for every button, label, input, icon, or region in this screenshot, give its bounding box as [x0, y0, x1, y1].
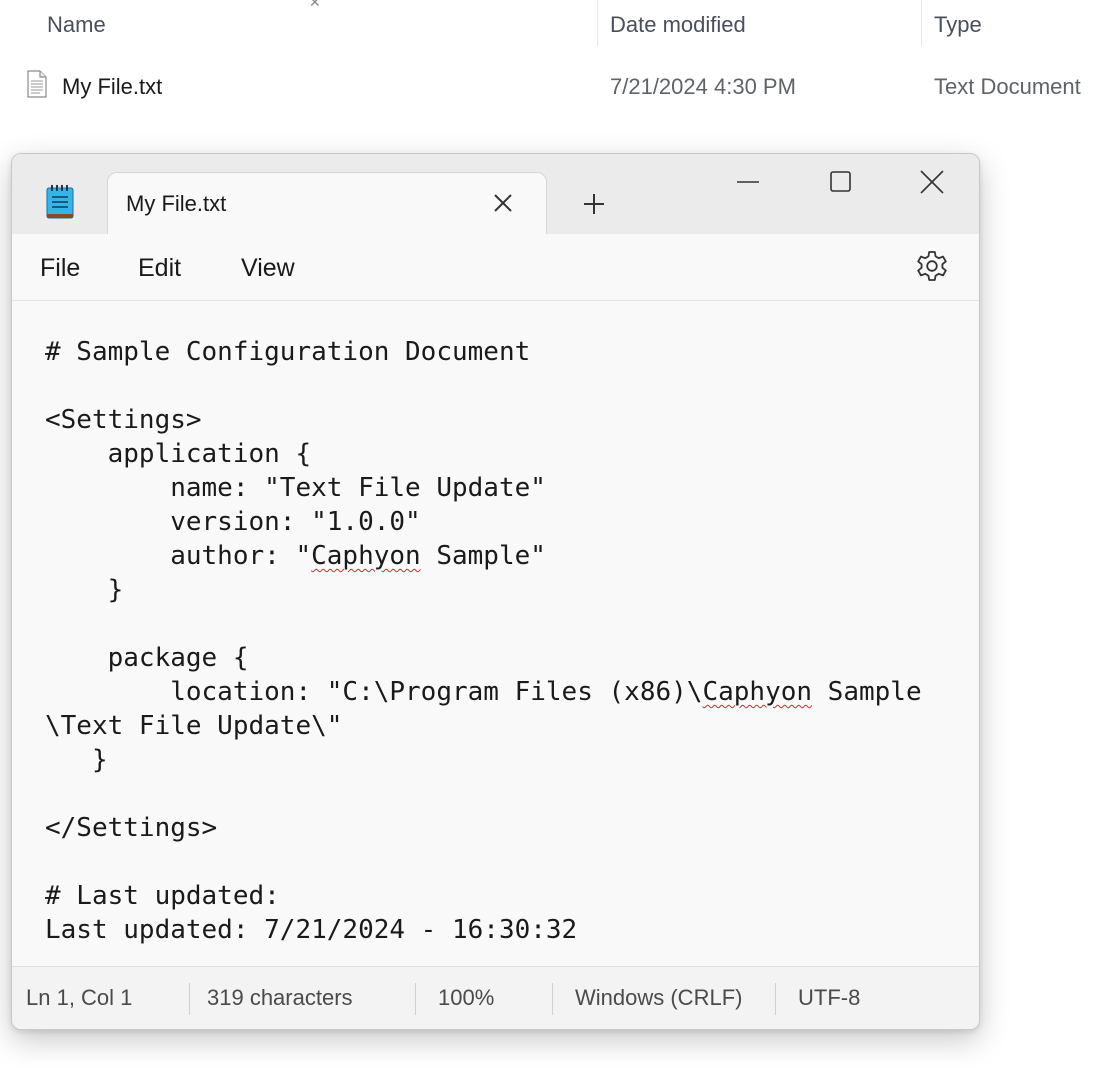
- column-header-type[interactable]: Type: [934, 10, 982, 40]
- status-divider: [189, 983, 190, 1015]
- editor-line: # Last updated:: [45, 881, 280, 911]
- column-header-date-modified[interactable]: Date modified: [610, 10, 746, 40]
- status-zoom[interactable]: 100%: [438, 983, 494, 1013]
- column-divider[interactable]: [921, 0, 922, 46]
- minimize-icon[interactable]: [726, 164, 770, 200]
- text-file-icon: [27, 70, 47, 98]
- sort-chevron-icon: ✕: [309, 0, 321, 10]
- status-character-count: 319 characters: [207, 985, 353, 1010]
- editor-text: location: "C:\Program Files (x86)\: [45, 677, 703, 707]
- file-date-modified: 7/21/2024 4:30 PM: [610, 74, 796, 99]
- editor-text: Sample": [420, 541, 546, 571]
- menu-bar: File Edit View: [12, 234, 979, 301]
- editor-line: Last updated: 7/21/2024 - 16:30:32: [45, 915, 578, 945]
- editor-line: application {: [45, 439, 312, 469]
- menu-view[interactable]: View: [241, 252, 295, 284]
- file-explorer-list: ✕ Name Date modified Type My File.txt 7/…: [0, 0, 1108, 140]
- title-bar[interactable]: My File.txt: [12, 154, 979, 236]
- editor-line: package {: [45, 643, 249, 673]
- misspelled-word: Caphyon: [311, 541, 421, 571]
- close-tab-icon[interactable]: [488, 188, 518, 218]
- menu-edit[interactable]: Edit: [138, 252, 181, 284]
- editor-text: Sample: [812, 677, 922, 707]
- menu-file[interactable]: File: [40, 252, 80, 284]
- column-divider[interactable]: [597, 0, 598, 46]
- maximize-icon[interactable]: [818, 164, 862, 200]
- tab-title: My File.txt: [126, 191, 227, 216]
- close-window-icon[interactable]: [910, 164, 954, 200]
- notepad-icon: [46, 185, 74, 219]
- status-divider: [775, 983, 776, 1015]
- editor-line: author: "Caphyon Sample": [45, 539, 546, 573]
- status-divider: [415, 983, 416, 1015]
- settings-gear-icon[interactable]: [914, 248, 950, 284]
- text-editor[interactable]: # Sample Configuration Document <Setting…: [12, 301, 979, 966]
- file-type: Text Document: [934, 74, 1081, 99]
- status-divider: [552, 983, 553, 1015]
- file-row[interactable]: My File.txt 7/21/2024 4:30 PM Text Docum…: [0, 68, 1108, 106]
- misspelled-word: Caphyon: [702, 677, 813, 707]
- editor-text: author: ": [45, 541, 312, 571]
- editor-line: # Sample Configuration Document: [45, 337, 531, 367]
- status-bar: Ln 1, Col 1 319 characters 100% Windows …: [12, 966, 979, 1029]
- editor-line: \Text File Update\": [45, 711, 343, 741]
- editor-line: }: [45, 575, 124, 605]
- status-cursor-position[interactable]: Ln 1, Col 1: [26, 983, 132, 1013]
- editor-line: version: "1.0.0": [45, 507, 421, 537]
- editor-line: name: "Text File Update": [45, 473, 546, 503]
- tab-my-file[interactable]: My File.txt: [107, 172, 547, 236]
- editor-line: <Settings>: [45, 405, 202, 435]
- editor-line: </Settings>: [45, 813, 218, 843]
- status-encoding[interactable]: UTF-8: [798, 983, 860, 1013]
- status-line-ending[interactable]: Windows (CRLF): [575, 983, 742, 1013]
- editor-line: }: [45, 745, 108, 775]
- new-tab-plus-icon[interactable]: [577, 187, 611, 221]
- notepad-window: My File.txt File Edit View # Sample Conf…: [11, 153, 980, 1030]
- column-header-name[interactable]: Name: [47, 10, 106, 40]
- file-name[interactable]: My File.txt: [62, 72, 162, 102]
- editor-line: location: "C:\Program Files (x86)\Caphyo…: [45, 675, 922, 709]
